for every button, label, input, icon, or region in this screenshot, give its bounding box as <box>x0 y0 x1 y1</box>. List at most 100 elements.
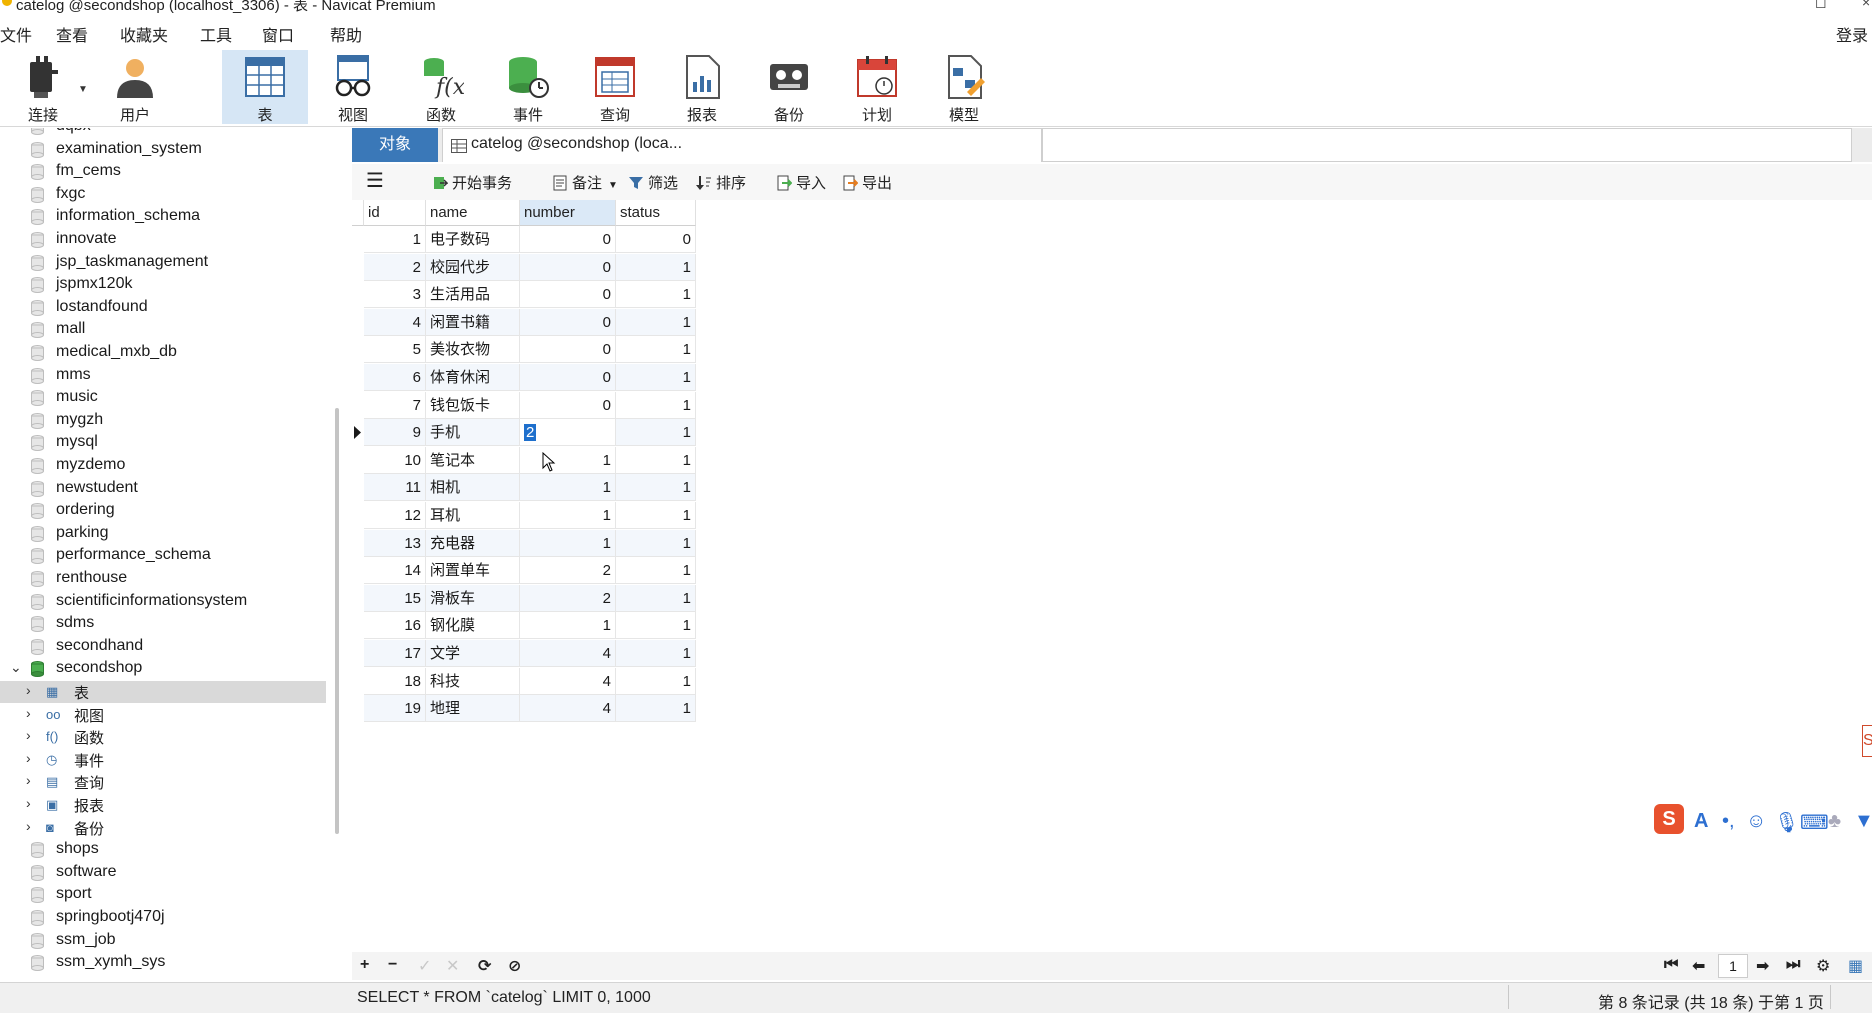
cell-name[interactable]: 闲置书籍 <box>426 308 520 336</box>
cell-number[interactable]: 4 <box>520 695 616 723</box>
table-row[interactable]: 7 钱包饭卡 0 1 <box>352 391 696 419</box>
refresh-button[interactable]: ⟳ <box>478 956 491 976</box>
cell-id[interactable]: 3 <box>364 281 426 309</box>
cell-status[interactable]: 1 <box>616 364 696 391</box>
add-record-button[interactable]: + <box>360 956 369 974</box>
model-button[interactable]: 模型 <box>921 50 1007 124</box>
function-button[interactable]: f(x) 函数 <box>398 50 484 124</box>
cell-status[interactable]: 0 <box>616 226 696 253</box>
chevron-right-icon[interactable]: › <box>26 705 31 721</box>
tree-database[interactable]: fm_cems <box>0 161 326 183</box>
tree-database[interactable]: parking <box>0 523 326 545</box>
ime-keyboard-icon[interactable]: ⌨ <box>1800 810 1829 835</box>
close-icon[interactable]: × <box>1862 0 1870 10</box>
tree-object-group[interactable]: › ◷ 事件 <box>0 749 326 771</box>
restore-icon[interactable]: ◻ <box>1815 0 1827 11</box>
tree-database[interactable]: music <box>0 387 326 409</box>
ime-collapsed-edge[interactable]: S <box>1862 725 1872 757</box>
tree-database[interactable]: newstudent <box>0 478 326 500</box>
cell-name[interactable]: 电子数码 <box>426 226 520 253</box>
table-row[interactable]: 14 闲置单车 2 1 <box>352 557 696 585</box>
delete-record-button[interactable]: − <box>388 956 397 974</box>
ime-punctuation-icon[interactable]: •, <box>1722 810 1735 833</box>
cell-name[interactable]: 钱包饭卡 <box>426 391 520 419</box>
tree-database[interactable]: scientificinformationsystem <box>0 591 326 613</box>
tree-database[interactable]: medical_mxb_db <box>0 342 326 364</box>
cell-id[interactable]: 14 <box>364 557 426 585</box>
cell-edit-selection[interactable]: 2 <box>524 424 537 442</box>
tree-database[interactable]: performance_schema <box>0 545 326 567</box>
cell-name[interactable]: 文学 <box>426 640 520 667</box>
cell-id[interactable]: 16 <box>364 612 426 640</box>
chevron-down-icon[interactable]: ⌄ <box>10 659 22 676</box>
chevron-right-icon[interactable]: › <box>26 727 31 743</box>
table-row[interactable]: 5 美妆衣物 0 1 <box>352 336 696 364</box>
cell-number[interactable]: 0 <box>520 364 616 391</box>
menu-icon[interactable]: ☰ <box>366 168 384 193</box>
cell-name[interactable]: 钢化膜 <box>426 612 520 640</box>
table-row[interactable]: 11 相机 1 1 <box>352 474 696 502</box>
page-number-input[interactable]: 1 <box>1718 954 1748 978</box>
cell-status[interactable]: 1 <box>616 557 696 585</box>
cell-status[interactable]: 1 <box>616 391 696 419</box>
cell-number[interactable]: 0 <box>520 226 616 253</box>
cell-number[interactable]: 2 <box>520 584 616 612</box>
cell-status[interactable]: 1 <box>616 695 696 723</box>
table-row[interactable]: 6 体育休闲 0 1 <box>352 364 696 391</box>
cell-name[interactable]: 耳机 <box>426 502 520 529</box>
cell-status[interactable]: 1 <box>616 612 696 640</box>
tree-database[interactable]: software <box>0 862 326 884</box>
tree-database[interactable]: sport <box>0 884 326 906</box>
table-row[interactable]: 13 充电器 1 1 <box>352 529 696 557</box>
cell-number[interactable]: 0 <box>520 253 616 281</box>
tree-object-group[interactable]: › oo 视图 <box>0 704 326 726</box>
cell-status[interactable]: 1 <box>616 502 696 529</box>
login-link[interactable]: 登录 <box>1836 22 1868 46</box>
table-row[interactable]: 9 手机 2 1 <box>352 419 696 447</box>
tree-database[interactable]: mms <box>0 365 326 387</box>
tree-database[interactable]: mysql <box>0 432 326 454</box>
chevron-right-icon[interactable]: › <box>26 795 31 811</box>
sidebar-scrollbar[interactable] <box>335 408 339 834</box>
cell-status[interactable]: 1 <box>616 336 696 364</box>
tree-database[interactable]: mall <box>0 319 326 341</box>
tree-object-group[interactable]: › ◙ 备份 <box>0 817 326 839</box>
cell-id[interactable]: 19 <box>364 695 426 723</box>
backup-button[interactable]: 备份 <box>746 50 832 124</box>
view-button[interactable]: 视图 <box>310 50 396 124</box>
cell-status[interactable]: 1 <box>616 253 696 281</box>
table-row[interactable]: 3 生活用品 0 1 <box>352 281 696 309</box>
table-row[interactable]: 16 钢化膜 1 1 <box>352 612 696 640</box>
tree-database[interactable]: ⌄ secondshop <box>0 658 326 680</box>
stop-button[interactable]: ⊘ <box>508 956 521 976</box>
tree-database[interactable]: sdms <box>0 613 326 635</box>
menu-favorites[interactable]: 收藏夹 <box>120 22 168 46</box>
table-row[interactable]: 4 闲置书籍 0 1 <box>352 308 696 336</box>
cell-name[interactable]: 体育休闲 <box>426 364 520 391</box>
cell-name[interactable]: 闲置单车 <box>426 557 520 585</box>
menu-help[interactable]: 帮助 <box>330 22 362 46</box>
menu-window[interactable]: 窗口 <box>262 22 294 46</box>
connect-button[interactable]: 连接 <box>0 50 86 124</box>
cell-id[interactable]: 6 <box>364 364 426 391</box>
table-row[interactable]: 10 笔记本 1 1 <box>352 446 696 474</box>
begin-transaction-button[interactable]: 开始事务 <box>432 172 512 193</box>
chevron-down-icon[interactable]: ▼ <box>78 84 88 95</box>
cell-name[interactable]: 科技 <box>426 667 520 695</box>
cell-id[interactable]: 12 <box>364 502 426 529</box>
tree-database[interactable]: shops <box>0 839 326 861</box>
cell-number[interactable]: 0 <box>520 391 616 419</box>
table-row[interactable]: 2 校园代步 0 1 <box>352 253 696 281</box>
chevron-right-icon[interactable]: › <box>26 818 31 834</box>
table-row[interactable]: 18 科技 4 1 <box>352 667 696 695</box>
cell-name[interactable]: 生活用品 <box>426 281 520 309</box>
cell-id[interactable]: 18 <box>364 667 426 695</box>
tree-database[interactable]: fxgc <box>0 184 326 206</box>
table-row[interactable]: 1 电子数码 0 0 <box>352 226 696 253</box>
report-button[interactable]: 报表 <box>659 50 745 124</box>
cell-status[interactable]: 1 <box>616 446 696 474</box>
tree-object-group[interactable]: › ▤ 查询 <box>0 771 326 793</box>
tree-database[interactable]: renthouse <box>0 568 326 590</box>
chevron-right-icon[interactable]: › <box>26 750 31 766</box>
next-page-icon[interactable]: ➡ <box>1756 956 1769 976</box>
